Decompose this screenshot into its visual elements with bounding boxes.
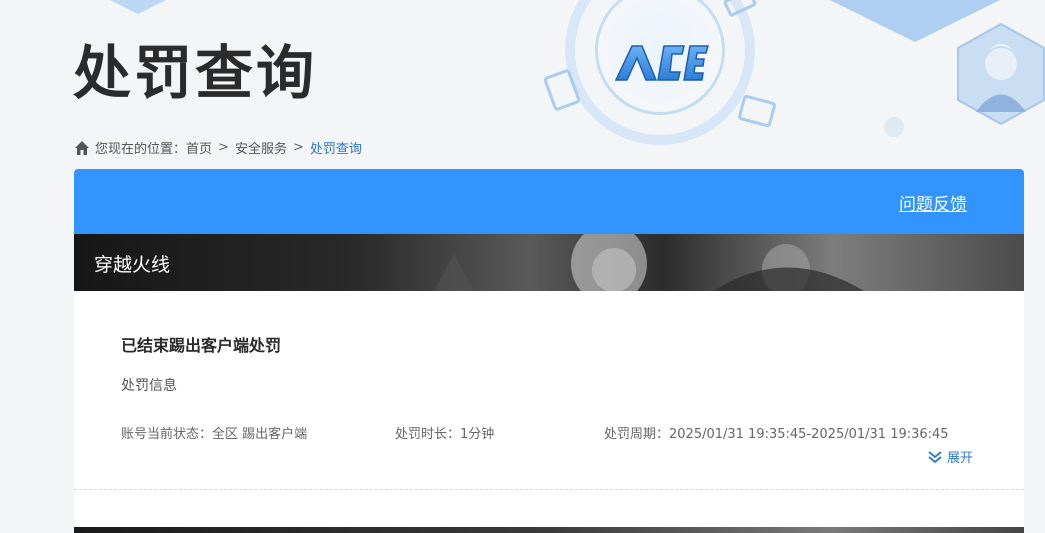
breadcrumb-security-link[interactable]: 安全服务 bbox=[235, 138, 287, 157]
decorative-dot bbox=[884, 117, 904, 137]
avatar bbox=[957, 22, 1045, 126]
breadcrumb-prefix: 您现在的位置： bbox=[95, 142, 187, 157]
home-icon bbox=[75, 140, 89, 155]
record-section-label: 处罚信息 bbox=[121, 378, 177, 394]
panel-header-bar: 问题反馈 bbox=[74, 169, 1024, 234]
penalty-period: 处罚周期：2025/01/31 19:35:45-2025/01/31 19:3… bbox=[604, 427, 949, 442]
penalty-duration: 处罚时长：1分钟 bbox=[395, 427, 495, 442]
breadcrumb-current: 处罚查询 bbox=[309, 142, 362, 157]
penalty-record: 已结束踢出客户端处罚 处罚信息 账号当前状态：全区 踢出客户端 处罚时长：1分钟… bbox=[74, 291, 1024, 490]
game-card-icon bbox=[737, 94, 777, 128]
feedback-link[interactable]: 问题反馈 bbox=[899, 190, 967, 215]
game-banner: 穿越火线 bbox=[74, 234, 1024, 291]
expand-button[interactable]: 展开 bbox=[927, 447, 973, 466]
ace-logo bbox=[614, 45, 709, 81]
breadcrumb: 您现在的位置： 首页 > 安全服务 > 处罚查询 bbox=[74, 138, 362, 157]
breadcrumb-separator: > bbox=[292, 140, 304, 155]
decorative-triangle-left bbox=[110, 0, 166, 14]
breadcrumb-separator: > bbox=[218, 140, 229, 155]
penalty-panel: 问题反馈 穿越火线 已结束踢出客户端处罚 处罚信息 账号当前状态：全区 踢出客户… bbox=[74, 169, 1024, 533]
game-card-icon bbox=[722, 0, 758, 18]
breadcrumb-home-link[interactable]: 首页 bbox=[186, 138, 212, 157]
page-title: 处罚查询 bbox=[73, 39, 318, 107]
next-game-banner bbox=[74, 527, 1024, 533]
game-banner-art bbox=[434, 234, 864, 291]
double-chevron-down-icon bbox=[928, 450, 942, 463]
record-title: 已结束踢出客户端处罚 bbox=[121, 336, 282, 355]
expand-label: 展开 bbox=[947, 451, 974, 466]
game-name: 穿越火线 bbox=[94, 254, 171, 276]
account-status: 账号当前状态：全区 踢出客户端 bbox=[121, 427, 308, 442]
game-card-icon bbox=[542, 68, 582, 112]
